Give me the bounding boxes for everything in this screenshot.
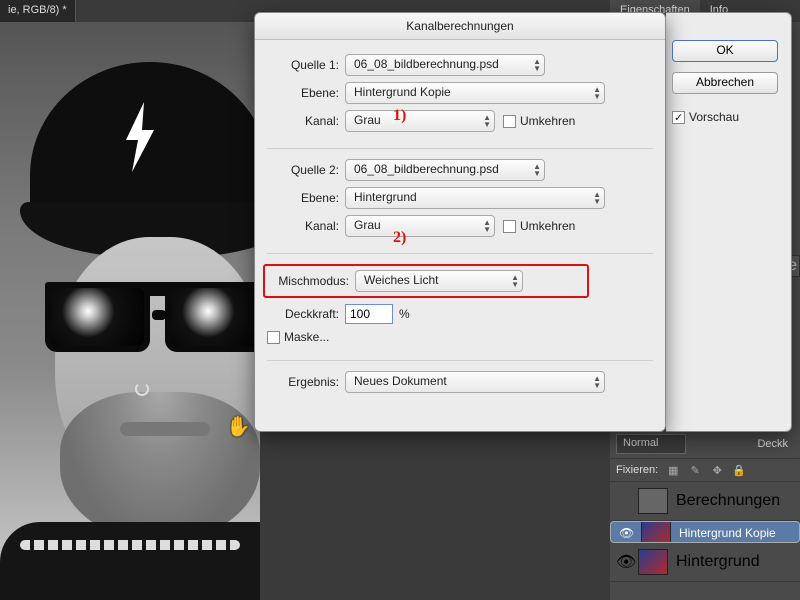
document-tab[interactable]: ie, RGB/8) * [0,0,76,22]
lock-row: Fixieren: ▦ ✎ ✥ 🔒 [610,458,800,482]
calculations-dialog: Kanalberechnungen Quelle 1: 06_08_bildbe… [254,12,666,432]
result-select[interactable]: Neues Dokument ▲▼ [345,371,605,393]
updown-icon: ▲▼ [533,163,541,177]
source2-channel-select[interactable]: Grau ▲▼ [345,215,495,237]
layer-visibility-icon[interactable]: 👁 [616,552,630,572]
source1-file-value: 06_08_bildberechnung.psd [354,57,499,71]
layer-thumbnail [638,549,668,575]
source1-block: Quelle 1: 06_08_bildberechnung.psd ▲▼ Ebe… [267,54,653,149]
updown-icon: ▲▼ [533,58,541,72]
layer-row[interactable]: 👁 Hintergrund [610,543,800,582]
lock-move-icon[interactable]: ✥ [710,463,724,477]
layer-row[interactable]: 👁 Hintergrund Kopie [610,521,800,543]
mask-checkbox[interactable] [267,331,280,344]
source1-label: Quelle 1: [267,58,345,72]
source2-block: Quelle 2: 06_08_bildberechnung.psd ▲▼ Ebe… [267,159,653,254]
opacity-label: Deckkraft: [267,307,345,321]
layer-thumbnail [641,521,671,543]
lock-transparency-icon[interactable]: ▦ [666,463,680,477]
portrait-lens-right [165,282,260,352]
source2-layer-select[interactable]: Hintergrund ▲▼ [345,187,605,209]
blending-block: Mischmodus: Weiches Licht ▲▼ Deckkraft: %… [267,264,653,361]
document-tab-label: ie, RGB/8) * [8,4,67,16]
layer-row[interactable]: Berechnungen [610,482,800,521]
layer-name: Hintergrund [676,553,760,571]
blend-mode-value: Normal [623,437,658,449]
portrait-lens-left [45,282,150,352]
source2-channel-label: Kanal: [267,219,345,233]
source2-channel-value: Grau [354,218,381,232]
lightning-bolt-icon [120,102,160,172]
portrait-nosepiece [152,310,166,320]
canvas[interactable]: ✋ [0,22,260,600]
portrait-nose-ring [135,382,149,396]
cancel-button[interactable]: Abbrechen [672,72,778,94]
source2-file-value: 06_08_bildberechnung.psd [354,162,499,176]
layer-visibility-icon[interactable]: 👁 [619,526,633,540]
source2-label: Quelle 2: [267,163,345,177]
source2-layer-label: Ebene: [267,191,345,205]
source1-layer-select[interactable]: Hintergrund Kopie ▲▼ [345,82,605,104]
blendmode-value: Weiches Licht [364,273,438,287]
updown-icon: ▲▼ [511,274,519,288]
preview-checkbox[interactable] [672,111,685,124]
source1-channel-label: Kanal: [267,114,345,128]
source2-invert-checkbox[interactable] [503,220,516,233]
layer-thumbnail [638,488,668,514]
dialog-title: Kanalberechnungen [255,13,665,40]
blendmode-label: Mischmodus: [271,274,355,288]
hand-cursor-icon: ✋ [226,414,251,439]
source1-channel-select[interactable]: Grau ▲▼ [345,110,495,132]
opacity-input[interactable] [345,304,393,324]
blendmode-select[interactable]: Weiches Licht ▲▼ [355,270,523,292]
source2-invert-label: Umkehren [520,219,575,233]
highlight-annotation: Mischmodus: Weiches Licht ▲▼ [263,264,589,298]
result-label: Ergebnis: [267,375,345,389]
source1-layer-value: Hintergrund Kopie [354,85,451,99]
portrait-jacket [0,522,260,600]
portrait-lips [120,422,210,436]
updown-icon: ▲▼ [593,191,601,205]
opacity-label: Deckk [757,438,794,450]
ok-button[interactable]: OK [672,40,778,62]
lock-label: Fixieren: [616,464,658,476]
preview-label: Vorschau [689,110,739,124]
source1-invert-checkbox[interactable] [503,115,516,128]
source1-channel-value: Grau [354,113,381,127]
lock-brush-icon[interactable]: ✎ [688,463,702,477]
source2-layer-value: Hintergrund [354,190,417,204]
dialog-button-column: OK Abbrechen Vorschau [672,40,784,124]
source1-file-select[interactable]: 06_08_bildberechnung.psd ▲▼ [345,54,545,76]
blend-mode-select[interactable]: Normal [616,434,686,454]
layer-name: Hintergrund Kopie [679,526,776,540]
source1-invert-label: Umkehren [520,114,575,128]
updown-icon: ▲▼ [593,375,601,389]
mask-label: Maske... [284,330,329,344]
percent-label: % [399,307,410,321]
source2-file-select[interactable]: 06_08_bildberechnung.psd ▲▼ [345,159,545,181]
source1-layer-label: Ebene: [267,86,345,100]
updown-icon: ▲▼ [483,114,491,128]
layers-panel: Normal Deckk Fixieren: ▦ ✎ ✥ 🔒 Berechnun… [610,430,800,582]
layer-name: Berechnungen [676,492,780,510]
lock-all-icon[interactable]: 🔒 [732,463,746,477]
updown-icon: ▲▼ [483,219,491,233]
result-value: Neues Dokument [354,374,447,388]
updown-icon: ▲▼ [593,86,601,100]
